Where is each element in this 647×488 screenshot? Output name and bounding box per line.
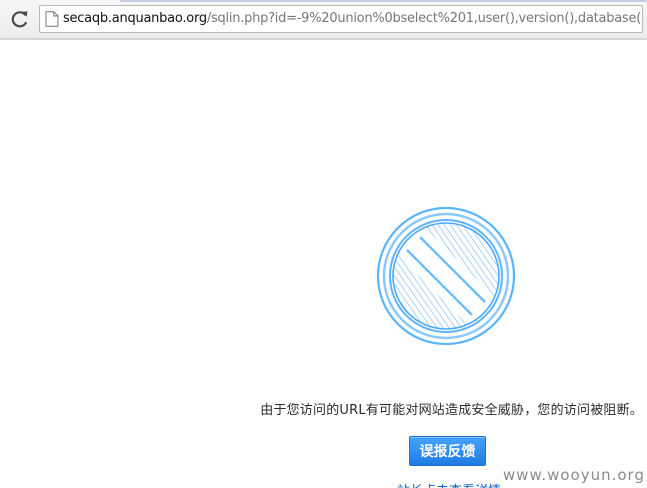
toolbar-divider <box>0 39 647 40</box>
address-bar[interactable]: secaqb.anquanbao.org/sqlin.php?id=-9%20u… <box>39 5 643 33</box>
watermark: www.wooyun.org <box>502 466 645 484</box>
url-path: /sqlin.php?id=-9%20union%0bselect%201,us… <box>206 11 643 26</box>
page: secaqb.anquanbao.org/sqlin.php?id=-9%20u… <box>0 0 647 488</box>
browser-toolbar: secaqb.anquanbao.org/sqlin.php?id=-9%20u… <box>0 0 647 39</box>
blocked-icon-container <box>375 205 517 347</box>
reload-button[interactable] <box>10 9 30 29</box>
url-text[interactable]: secaqb.anquanbao.org/sqlin.php?id=-9%20u… <box>63 11 643 27</box>
site-owner-details-link[interactable]: 站长点击查看详情 <box>397 480 501 488</box>
forbidden-icon <box>376 206 516 346</box>
page-icon <box>45 11 59 27</box>
reload-icon <box>11 11 28 28</box>
false-positive-feedback-button[interactable]: 误报反馈 <box>409 436 486 466</box>
blocked-message: 由于您访问的URL有可能对网站造成安全威胁，您的访问被阻断。 <box>260 403 643 418</box>
toolbar-highlight <box>120 0 647 2</box>
url-host: secaqb.anquanbao.org <box>63 11 207 26</box>
